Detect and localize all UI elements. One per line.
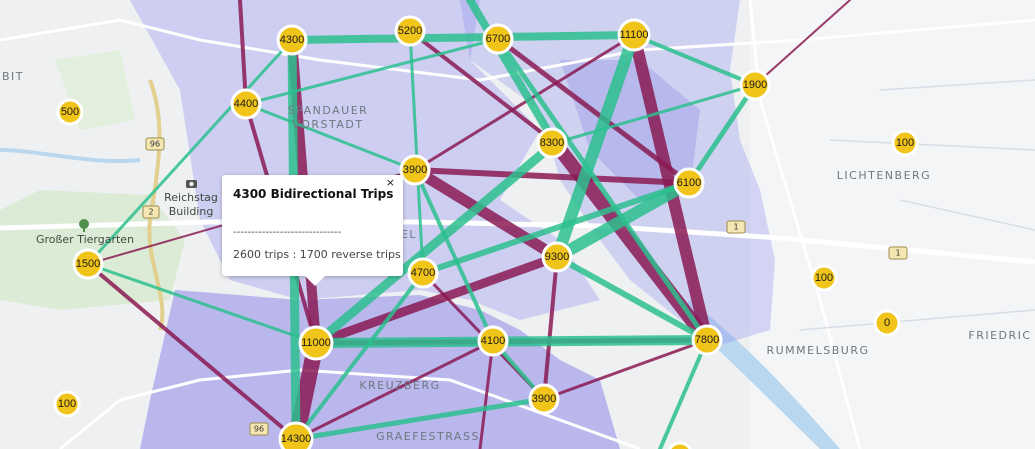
station-marker[interactable]: 4400	[230, 88, 262, 120]
svg-text:3900: 3900	[532, 393, 556, 405]
trip-popup: × 4300 Bidirectional Trips -------------…	[222, 175, 403, 286]
svg-text:4300: 4300	[280, 34, 304, 46]
map-canvas[interactable]: BIT SPANDAUER VORSTADT LICHTENBERG RUMME…	[0, 0, 1035, 449]
station-marker[interactable]: 1500	[72, 248, 104, 280]
station-marker[interactable]: 8300	[536, 127, 568, 159]
cluster-marker[interactable]: 100	[810, 264, 838, 292]
landmark-building: Building	[169, 205, 214, 218]
svg-text:1: 1	[895, 249, 900, 258]
svg-text:14300: 14300	[281, 433, 312, 445]
road-shield-96-north: 96	[145, 137, 165, 151]
svg-text:100: 100	[58, 398, 76, 410]
popup-separator: ------------------------------	[233, 227, 342, 238]
road-shield-1-east: 1	[888, 246, 908, 260]
station-marker[interactable]: 4700	[407, 257, 439, 289]
svg-text:4400: 4400	[234, 98, 258, 110]
popup-trip-counts: 2600 trips : 1700 reverse trips	[233, 248, 401, 261]
road-shield-1-center: 1	[726, 220, 746, 234]
svg-text:2: 2	[148, 208, 153, 217]
station-marker[interactable]: 11100	[617, 18, 651, 52]
svg-text:96: 96	[254, 425, 264, 434]
svg-text:4100: 4100	[481, 335, 505, 347]
station-marker[interactable]: 6700	[482, 23, 514, 55]
svg-text:1900: 1900	[743, 79, 767, 91]
road-shield-2: 2	[142, 205, 160, 219]
svg-text:11000: 11000	[301, 337, 331, 349]
station-marker[interactable]: 5200	[394, 15, 426, 47]
svg-text:5200: 5200	[398, 25, 422, 37]
station-marker[interactable]: 3900	[399, 154, 431, 186]
svg-text:500: 500	[61, 106, 79, 118]
place-el: EL	[401, 228, 417, 241]
camera-icon	[186, 180, 197, 188]
cluster-marker[interactable]: 0	[873, 309, 901, 337]
svg-text:4700: 4700	[411, 267, 435, 279]
map-east-area	[750, 0, 1035, 449]
station-marker[interactable]: 6100	[673, 167, 705, 199]
station-marker[interactable]: 4300	[276, 24, 308, 56]
place-rummelsburg: RUMMELSBURG	[766, 344, 869, 357]
place-lichtenberg: LICHTENBERG	[837, 169, 931, 182]
place-graefestrasse: GRAEFESTRASS	[376, 430, 480, 443]
cluster-marker[interactable]: 100	[891, 129, 919, 157]
svg-text:96: 96	[150, 140, 160, 149]
svg-text:11100: 11100	[620, 29, 649, 41]
place-kreuzberg: KREUZBERG	[359, 379, 440, 392]
station-marker[interactable]: 3900	[528, 383, 560, 415]
svg-text:8300: 8300	[540, 137, 564, 149]
place-vorstadt: VORSTADT	[292, 118, 363, 131]
road-shield-96-south: 96	[249, 422, 269, 436]
station-marker[interactable]: 4100	[477, 325, 509, 357]
svg-text:3900: 3900	[403, 164, 427, 176]
landmark-reichstag: Reichstag	[164, 191, 218, 204]
svg-text:7800: 7800	[695, 334, 719, 346]
station-marker[interactable]: 7800	[691, 324, 723, 356]
place-bit: BIT	[2, 70, 24, 83]
station-marker[interactable]: 14300	[278, 421, 314, 449]
popup-title: 4300 Bidirectional Trips	[233, 187, 394, 201]
svg-text:100: 100	[815, 272, 833, 284]
svg-text:9300: 9300	[545, 251, 569, 263]
svg-text:100: 100	[896, 137, 914, 149]
cluster-marker[interactable]: 500	[56, 98, 84, 126]
landmark-tiergarten: Großer Tiergarten	[36, 233, 134, 246]
place-spandauer: SPANDAUER	[288, 104, 369, 117]
place-friedrichshain: FRIEDRIC	[968, 329, 1031, 342]
svg-text:0: 0	[884, 317, 890, 329]
station-marker[interactable]: 1900	[739, 69, 771, 101]
cluster-marker[interactable]: 100	[53, 390, 81, 418]
station-marker[interactable]: 9300	[541, 241, 573, 273]
svg-text:1: 1	[733, 223, 738, 232]
svg-text:1500: 1500	[76, 258, 100, 270]
svg-text:6700: 6700	[486, 33, 510, 45]
svg-text:6100: 6100	[677, 177, 701, 189]
station-marker[interactable]: 11000	[298, 325, 334, 361]
